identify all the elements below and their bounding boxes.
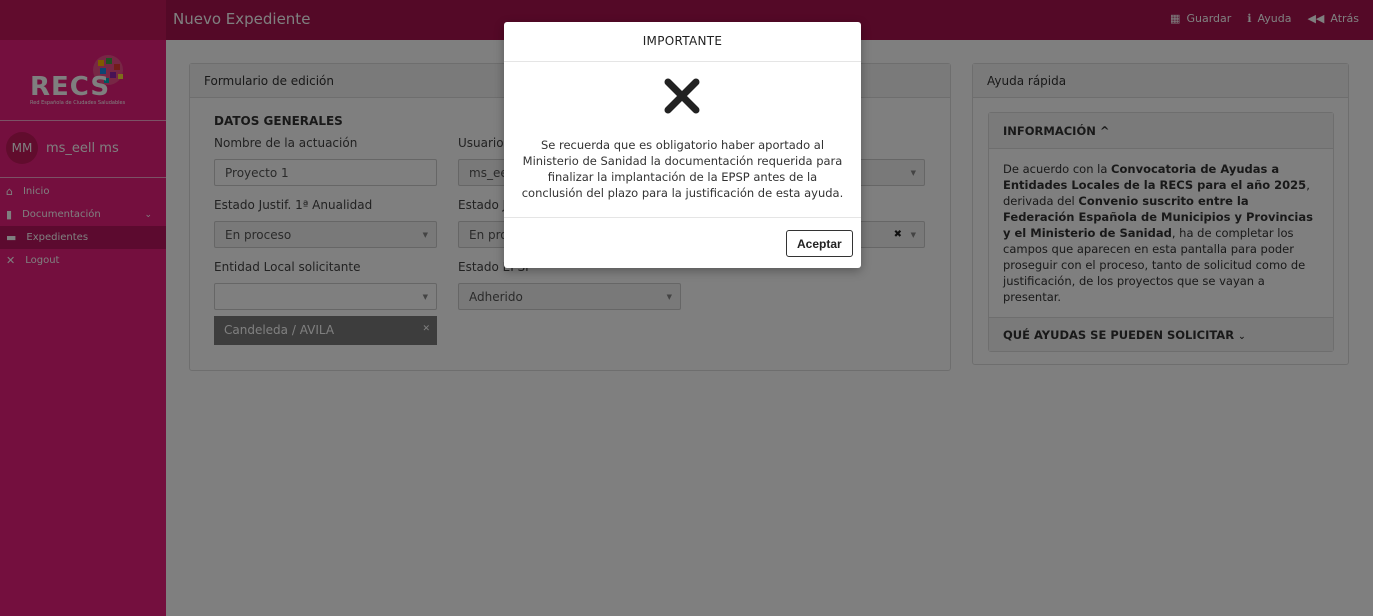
error-x-icon [664, 78, 700, 114]
important-modal: IMPORTANTE Se recuerda que es obligatori… [504, 22, 861, 268]
modal-title: IMPORTANTE [504, 22, 861, 62]
modal-message: Se recuerda que es obligatorio haber apo… [521, 138, 844, 200]
modal-divider [504, 217, 861, 218]
accept-button[interactable]: Aceptar [786, 230, 853, 257]
